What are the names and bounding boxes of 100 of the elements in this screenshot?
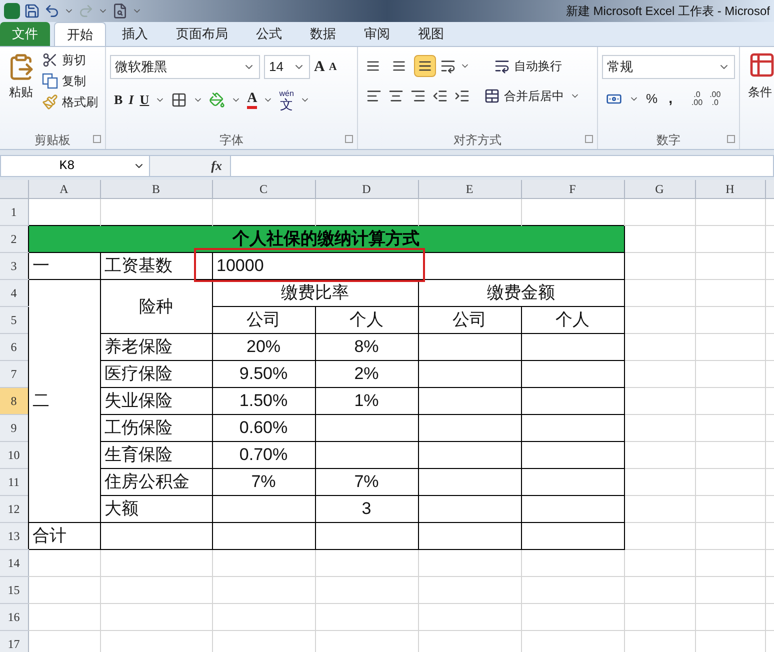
shrink-font-button[interactable]: A <box>328 58 337 76</box>
table-header: 缴费比率 <box>281 283 349 302</box>
row-header[interactable]: 4 <box>0 280 28 306</box>
table-cell: 工伤保险 <box>104 418 172 437</box>
conditional-format-icon[interactable] <box>748 51 774 79</box>
insert-function-button[interactable]: fx <box>211 156 222 176</box>
row-header[interactable]: 11 <box>0 468 28 496</box>
table-cell: 合计 <box>32 526 66 545</box>
row-header[interactable]: 1 <box>0 198 28 226</box>
cut-button[interactable]: 剪切 <box>42 51 98 69</box>
table-cell: 工资基数 <box>104 256 172 275</box>
column-header[interactable]: A <box>28 180 100 198</box>
table-cell: 医疗保险 <box>104 364 172 383</box>
row-header[interactable]: 17 <box>0 630 28 652</box>
merge-center-button[interactable]: 合并后居中 <box>484 87 564 105</box>
table-cell: 0.60% <box>239 418 288 437</box>
group-label: 字体 <box>220 132 244 149</box>
row-header[interactable]: 7 <box>0 360 28 388</box>
row-header[interactable]: 8 <box>0 388 28 414</box>
format-painter-button[interactable]: 格式刷 <box>42 93 98 111</box>
font-name-dropdown[interactable]: 微软雅黑 <box>110 55 260 79</box>
sheet-title: 个人社保的缴纳计算方式 <box>232 229 420 248</box>
vertical-align-icon[interactable] <box>414 55 436 77</box>
column-header[interactable]: E <box>418 180 521 198</box>
table-cell: 20% <box>246 337 281 356</box>
bold-button[interactable]: B <box>114 90 123 110</box>
dialog-launcher-icon[interactable] <box>585 135 593 143</box>
paste-button[interactable]: 粘贴 <box>4 51 38 111</box>
formula-input[interactable] <box>230 155 774 177</box>
table-header: 险种 <box>139 296 173 316</box>
table-cell: 2% <box>354 364 379 383</box>
undo-icon[interactable] <box>44 3 60 19</box>
wrap-text-button[interactable]: 自动换行 <box>494 57 562 75</box>
italic-button[interactable]: I <box>128 90 134 110</box>
percent-button[interactable]: % <box>646 88 658 108</box>
dialog-launcher-icon[interactable] <box>727 135 735 143</box>
decrease-decimal-button[interactable]: .00 .0 <box>710 90 721 106</box>
table-cell: 3 <box>362 499 372 518</box>
row-header[interactable]: 14 <box>0 550 28 576</box>
row-header[interactable]: 2 <box>0 226 28 252</box>
column-header[interactable]: F <box>521 180 624 198</box>
row-header[interactable]: 6 <box>0 334 28 360</box>
align-center-icon[interactable] <box>388 88 404 104</box>
indent-increase-icon[interactable] <box>454 88 470 104</box>
number-format-dropdown[interactable]: 常规 <box>602 55 735 79</box>
save-icon[interactable] <box>24 3 40 19</box>
table-cell: 1.50% <box>239 391 288 410</box>
dialog-launcher-icon[interactable] <box>93 135 101 143</box>
font-color-button[interactable]: A <box>247 92 258 108</box>
column-header[interactable]: G <box>624 180 695 198</box>
ribbon-tab[interactable]: 审阅 <box>352 22 402 46</box>
row-header[interactable]: 10 <box>0 442 28 468</box>
table-cell: 7% <box>354 472 379 491</box>
phonetic-button[interactable]: wén 文 <box>279 89 294 111</box>
name-box[interactable]: K8 <box>0 155 150 177</box>
comma-button[interactable]: , <box>664 88 676 109</box>
ribbon-tab[interactable]: 视图 <box>406 22 456 46</box>
column-header[interactable]: D <box>315 180 418 198</box>
print-preview-icon[interactable] <box>112 3 128 19</box>
column-header[interactable]: C <box>212 180 315 198</box>
copy-button[interactable]: 复制 <box>42 72 98 90</box>
row-header[interactable]: 3 <box>0 252 28 280</box>
wrap-text-icon <box>494 58 510 74</box>
dialog-launcher-icon[interactable] <box>345 135 353 143</box>
conditional-format-label[interactable]: 条件 <box>748 83 772 101</box>
underline-button[interactable]: U <box>140 90 150 110</box>
table-cell: 7% <box>251 472 276 491</box>
indent-decrease-icon[interactable] <box>432 88 448 104</box>
table-cell: 9.50% <box>239 364 288 383</box>
table-cell: 大额 <box>104 499 138 518</box>
table-header: 个人 <box>350 310 384 329</box>
file-tab[interactable]: 文件 <box>0 22 50 46</box>
fill-color-icon[interactable] <box>209 92 226 108</box>
ribbon-tab[interactable]: 公式 <box>244 22 294 46</box>
row-header[interactable]: 9 <box>0 414 28 442</box>
row-header[interactable]: 16 <box>0 604 28 630</box>
excel-logo-icon[interactable] <box>4 3 20 19</box>
table-cell: 二 <box>32 391 50 410</box>
align-right-icon[interactable] <box>410 88 426 104</box>
row-header[interactable]: 13 <box>0 522 28 550</box>
row-header[interactable]: 12 <box>0 496 28 522</box>
row-header[interactable]: 15 <box>0 576 28 604</box>
merge-cells-icon <box>484 88 500 104</box>
table-header: 公司 <box>246 310 280 329</box>
font-size-dropdown[interactable]: 14 <box>264 55 310 79</box>
align-left-icon[interactable] <box>366 88 382 104</box>
ribbon-tab[interactable]: 数据 <box>298 22 348 46</box>
row-header[interactable]: 5 <box>0 306 28 334</box>
copy-icon <box>42 73 58 89</box>
group-label: 数字 <box>656 132 680 149</box>
grow-font-button[interactable]: A <box>314 56 325 78</box>
column-header[interactable]: H <box>695 180 765 198</box>
column-header[interactable]: B <box>100 180 212 198</box>
borders-icon[interactable] <box>171 92 188 108</box>
table-cell: 养老保险 <box>104 337 172 356</box>
table-cell: 住房公积金 <box>104 472 190 491</box>
increase-decimal-button[interactable]: .0 .00 <box>691 90 703 106</box>
ribbon-tab[interactable]: 开始 <box>54 22 106 46</box>
ribbon-tab[interactable]: 插入 <box>110 22 160 46</box>
ribbon-tab[interactable]: 页面布局 <box>164 22 240 46</box>
